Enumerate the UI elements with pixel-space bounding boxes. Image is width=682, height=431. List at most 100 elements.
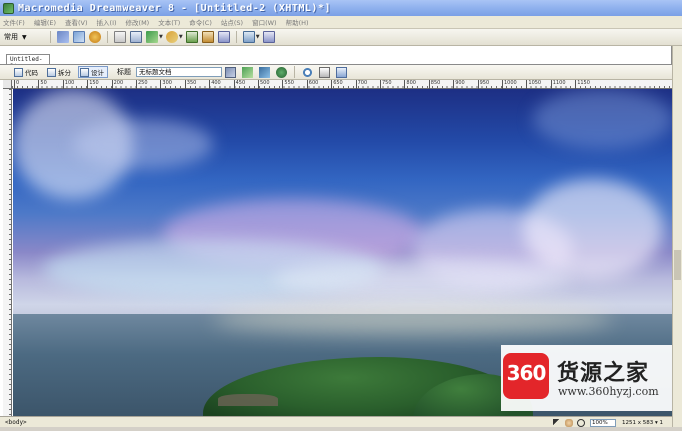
status-bar: <body> 100% 1251 x 583 ▾ 1 — [0, 416, 672, 427]
zoom-tool-icon[interactable] — [576, 418, 585, 427]
document-toolbar: 代码 拆分 设计 标题 无标题文档 — [0, 65, 672, 80]
cloud — [273, 259, 573, 299]
title-bar: Macromedia Dreamweaver 8 - [Untitled-2 (… — [0, 0, 682, 16]
doc-title-label: 标题 — [117, 68, 131, 76]
ruler-tick-label: 850 — [430, 80, 441, 86]
ruler-major-tick — [111, 80, 113, 89]
ruler-major-tick — [550, 80, 552, 89]
ruler-tick-label: 100 — [64, 80, 75, 86]
ruler-major-tick — [233, 80, 235, 89]
ruler-major-tick — [428, 80, 430, 89]
split-view-icon — [47, 67, 56, 77]
validate-markup-icon[interactable] — [259, 66, 270, 78]
code-view-button[interactable]: 代码 — [12, 66, 42, 78]
menu-modify[interactable]: 修改(M) — [126, 17, 150, 27]
toolbar-separator — [50, 31, 51, 43]
ruler-tick-label: 800 — [406, 80, 416, 86]
menu-commands[interactable]: 命令(C) — [189, 17, 212, 27]
menu-insert[interactable]: 插入(I) — [97, 17, 117, 27]
chevron-down-icon[interactable]: ▼ — [159, 34, 163, 40]
view-options-icon[interactable] — [319, 66, 330, 78]
logo-360-text: 360 — [506, 361, 547, 385]
chevron-down-icon[interactable]: ▼ — [256, 34, 260, 40]
ruler-major-tick — [160, 80, 162, 89]
menu-file[interactable]: 文件(F) — [3, 17, 25, 27]
layer-icon[interactable] — [130, 31, 142, 43]
ruler-major-tick — [526, 80, 528, 89]
visual-aids-icon[interactable] — [336, 66, 347, 78]
ruler-tick-label: 1050 — [528, 80, 542, 86]
ruler-major-tick — [184, 80, 186, 89]
ruler-tick-label: 400 — [211, 80, 221, 86]
window-bottom-edge — [0, 427, 682, 431]
menu-edit[interactable]: 编辑(E) — [34, 17, 56, 27]
chevron-down-icon: ▼ — [22, 33, 27, 41]
ruler-major-tick — [87, 80, 89, 89]
hand-tool-icon[interactable] — [564, 418, 573, 427]
check-browser-icon[interactable] — [276, 66, 287, 78]
ruler-tick-label: 500 — [260, 80, 270, 86]
doc-title-input[interactable]: 无标题文档 — [136, 67, 222, 77]
ruler-major-tick — [355, 80, 357, 89]
email-link-icon[interactable] — [73, 31, 85, 43]
ruler-tick-label: 750 — [382, 80, 392, 86]
ruler-major-tick — [209, 80, 211, 89]
ruler-major-tick — [258, 80, 259, 89]
chevron-down-icon[interactable]: ▼ — [179, 34, 183, 40]
ruler-tick-label: 200 — [113, 80, 124, 86]
ruler-major-tick — [136, 80, 137, 89]
ruler-tick-label: 1150 — [577, 80, 590, 86]
ruler-major-tick — [502, 80, 503, 89]
menu-site[interactable]: 站点(S) — [221, 17, 243, 27]
tag-chooser-icon[interactable] — [262, 31, 275, 43]
ruler-major-tick — [282, 80, 284, 89]
menu-bar: 文件(F) 编辑(E) 查看(V) 插入(I) 修改(M) 文本(T) 命令(C… — [0, 16, 682, 29]
menu-window[interactable]: 窗口(W) — [252, 17, 277, 27]
table-icon[interactable] — [114, 31, 126, 43]
design-view-icon — [80, 67, 89, 77]
zoom-level-select[interactable]: 100% — [589, 418, 616, 427]
ruler-major-tick — [331, 80, 333, 89]
cloud — [533, 89, 672, 149]
split-view-button[interactable]: 拆分 — [45, 66, 75, 78]
tag-selector[interactable]: <body> — [5, 419, 27, 426]
ruler-major-tick — [453, 80, 455, 89]
hyperlink-icon[interactable] — [57, 31, 69, 43]
dreamweaver-icon — [3, 2, 14, 14]
comment-icon[interactable] — [217, 31, 230, 43]
ruler-tick-label: 550 — [284, 80, 294, 86]
toolbar-separator — [235, 31, 237, 43]
date-icon[interactable] — [185, 31, 198, 43]
watermark-url: www.360hyzj.com — [558, 385, 659, 398]
window-size-readout[interactable]: 1251 x 583 ▾ 1 — [622, 420, 663, 426]
preview-in-browser-icon[interactable] — [242, 66, 253, 78]
window-title: Macromedia Dreamweaver 8 - [Untitled-2 (… — [18, 2, 331, 14]
ruler-major-tick — [14, 80, 15, 89]
image-icon[interactable] — [146, 31, 158, 43]
ruler-tick-label: 300 — [162, 80, 172, 86]
templates-icon[interactable] — [242, 31, 255, 43]
vertical-scrollbar[interactable] — [672, 46, 682, 431]
cloud — [73, 119, 213, 169]
ruler-tick-label: 650 — [333, 80, 343, 86]
ruler-tick-label: 250 — [138, 80, 148, 86]
ruler-origin[interactable] — [3, 80, 12, 89]
refresh-icon[interactable] — [302, 66, 313, 78]
named-anchor-icon[interactable] — [89, 31, 101, 43]
menu-view[interactable]: 查看(V) — [65, 17, 88, 27]
menu-help[interactable]: 帮助(H) — [286, 17, 309, 27]
vertical-ruler[interactable] — [3, 89, 12, 416]
media-icon[interactable] — [165, 31, 178, 43]
split-view-label: 拆分 — [58, 69, 71, 77]
file-management-icon[interactable] — [225, 66, 236, 78]
design-view-button[interactable]: 设计 — [78, 66, 108, 78]
panel-collapse-handle[interactable] — [674, 250, 681, 280]
insert-category-select[interactable]: 常用 ▼ — [4, 32, 46, 42]
ruler-tick-label: 1100 — [552, 80, 566, 86]
menu-text[interactable]: 文本(T) — [158, 17, 180, 27]
select-tool-icon[interactable] — [552, 418, 561, 427]
code-view-icon — [14, 67, 23, 77]
ruler-tick-label: 900 — [455, 80, 465, 86]
toolbar-separator — [294, 66, 295, 78]
server-side-include-icon[interactable] — [201, 31, 214, 43]
